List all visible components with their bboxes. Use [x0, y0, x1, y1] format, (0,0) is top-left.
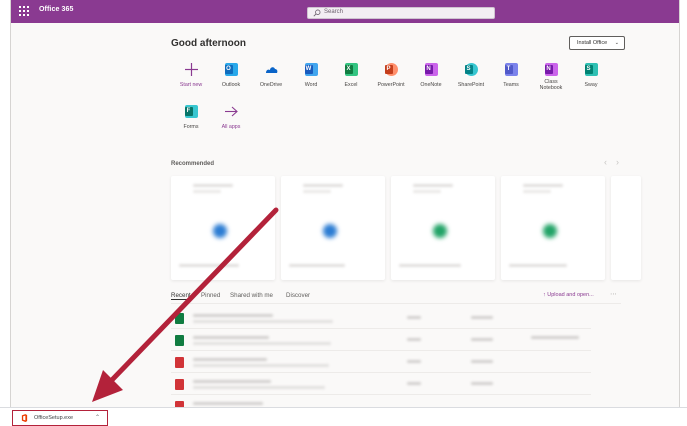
recommended-nav: ‹ ›	[595, 157, 619, 167]
powerpoint-icon: P	[384, 63, 398, 76]
file-thumbnail-icon	[433, 224, 447, 238]
outlook-icon: O	[224, 63, 238, 76]
tab-recent[interactable]: Recent	[171, 292, 191, 300]
app-label: Forms	[183, 124, 199, 130]
teams-letter: T	[504, 65, 513, 74]
app-excel[interactable]: X Excel	[331, 60, 371, 96]
app-onedrive[interactable]: OneDrive	[251, 60, 291, 96]
excel-icon: X	[344, 63, 358, 76]
office-logo-icon	[21, 414, 28, 422]
upload-and-open-button[interactable]: ↑ Upload and open...	[543, 292, 594, 298]
app-launcher-icon[interactable]	[19, 6, 29, 16]
recommended-card[interactable]	[171, 176, 275, 280]
sharepoint-letter: S	[464, 65, 473, 74]
file-row[interactable]	[171, 331, 591, 351]
recommended-card[interactable]	[281, 176, 385, 280]
excel-letter: X	[344, 65, 353, 74]
chevron-right-icon[interactable]: ›	[616, 157, 619, 167]
app-start-new[interactable]: Start new	[171, 60, 211, 96]
excel-file-icon	[175, 335, 184, 346]
search-placeholder: Search	[324, 9, 344, 15]
app-label: Teams	[503, 82, 519, 88]
app-label: Outlook	[221, 82, 241, 88]
outlook-letter: O	[224, 65, 233, 74]
app-title[interactable]: Office 365	[39, 6, 73, 13]
powerpoint-letter: P	[384, 65, 393, 74]
word-letter: W	[304, 65, 313, 74]
class-notebook-letter: N	[544, 65, 553, 74]
app-label: Word	[304, 82, 318, 88]
app-label: Sway	[584, 82, 598, 88]
excel-file-icon	[175, 313, 184, 324]
sway-letter: S	[584, 65, 593, 74]
recommended-card[interactable]	[391, 176, 495, 280]
app-powerpoint[interactable]: P PowerPoint	[371, 60, 411, 96]
file-row[interactable]	[171, 353, 591, 373]
page-title: Good afternoon	[171, 38, 246, 49]
sharepoint-icon: S	[464, 63, 478, 76]
app-outlook[interactable]: O Outlook	[211, 60, 251, 96]
file-thumbnail-icon	[323, 224, 337, 238]
forms-letter: F	[184, 107, 193, 116]
app-word[interactable]: W Word	[291, 60, 331, 96]
plus-icon	[184, 63, 198, 76]
search-input[interactable]: Search	[307, 7, 495, 19]
file-row[interactable]	[171, 375, 591, 395]
app-label: All apps	[221, 124, 241, 130]
install-office-label: Install Office	[577, 40, 608, 46]
forms-icon: F	[184, 105, 198, 118]
sway-icon: S	[584, 63, 598, 76]
tab-discover[interactable]: Discover	[286, 292, 310, 299]
download-filename: OfficeSetup.exe	[34, 415, 74, 421]
app-sharepoint[interactable]: S SharePoint	[451, 60, 491, 96]
app-teams[interactable]: T Teams	[491, 60, 531, 96]
recommended-card-partial[interactable]	[611, 176, 641, 280]
more-options-icon[interactable]: ⋯	[610, 290, 617, 298]
app-label: OneNote	[420, 82, 442, 88]
tab-shared-with-me[interactable]: Shared with me	[230, 292, 273, 299]
file-thumbnail-icon	[543, 224, 557, 238]
word-icon: W	[304, 63, 318, 76]
office-home-page: Office 365 Search Good afternoon Install…	[10, 0, 680, 426]
install-office-button[interactable]: Install Office ⌄	[569, 36, 625, 50]
pdf-file-icon	[175, 357, 184, 368]
onedrive-icon	[265, 63, 278, 76]
app-label: OneDrive	[259, 82, 283, 88]
chevron-up-icon[interactable]: ⌃	[95, 414, 100, 421]
teams-icon: T	[504, 63, 518, 76]
app-label: SharePoint	[457, 82, 485, 88]
app-sway[interactable]: S Sway	[571, 60, 611, 96]
app-class-notebook[interactable]: N Class Notebook	[531, 60, 571, 96]
class-notebook-icon: N	[544, 63, 558, 76]
app-label: PowerPoint	[377, 82, 405, 88]
file-row[interactable]	[171, 309, 591, 329]
app-label: Excel	[344, 82, 358, 88]
onenote-icon: N	[424, 63, 438, 76]
upload-label: Upload and open...	[547, 292, 594, 298]
suite-bar: Office 365 Search	[11, 0, 679, 23]
app-label: Start new	[179, 82, 203, 88]
file-thumbnail-icon	[213, 224, 227, 238]
app-onenote[interactable]: N OneNote	[411, 60, 451, 96]
pdf-file-icon	[175, 379, 184, 390]
chevron-down-icon: ⌄	[614, 40, 619, 46]
app-label: Class Notebook	[539, 79, 563, 91]
app-all-apps[interactable]: All apps	[211, 102, 251, 138]
arrow-right-icon	[224, 105, 238, 118]
app-forms[interactable]: F Forms	[171, 102, 211, 138]
recommended-card[interactable]	[501, 176, 605, 280]
chevron-left-icon[interactable]: ‹	[604, 157, 607, 167]
search-icon	[313, 9, 321, 17]
onenote-letter: N	[424, 65, 433, 74]
tab-pinned[interactable]: Pinned	[201, 292, 220, 299]
recommended-heading: Recommended	[171, 161, 215, 167]
download-item[interactable]: OfficeSetup.exe ⌃	[12, 410, 108, 426]
tabs-divider	[171, 303, 621, 304]
upload-icon: ↑	[543, 292, 546, 298]
